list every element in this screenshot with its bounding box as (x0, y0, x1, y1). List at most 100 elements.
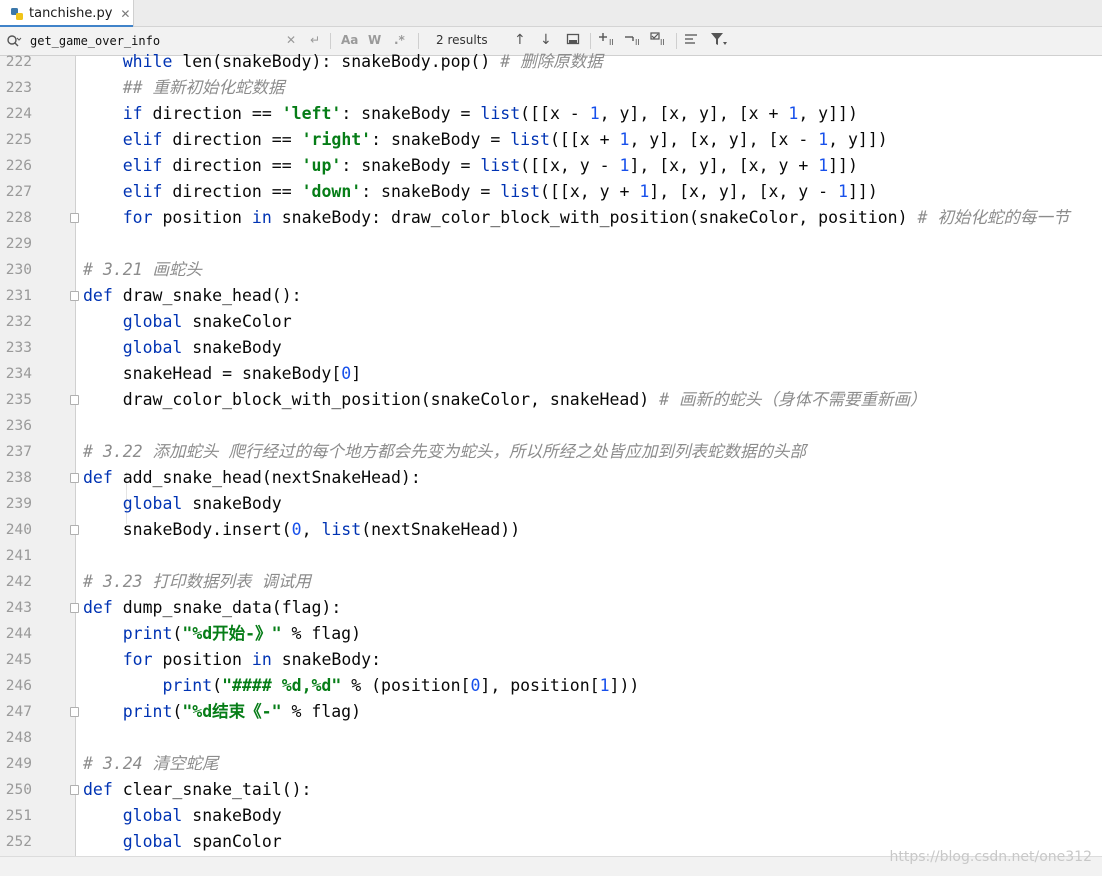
select-all-occurrences-icon[interactable]: II (650, 32, 668, 50)
code-text: ## 重新初始化蛇数据 (83, 75, 285, 101)
next-occurrence-icon[interactable]: ↓ (540, 32, 552, 48)
fold-marker-icon[interactable] (70, 473, 79, 483)
file-tab[interactable]: tanchishe.py ✕ (0, 0, 134, 28)
code-line[interactable]: 237 # 3.22 添加蛇头 爬行经过的每个地方都会先变为蛇头，所以所经之处皆应… (0, 439, 1102, 465)
code-token: draw_color_block_with_position(snakeColo… (83, 390, 660, 409)
code-line[interactable]: 239 global snakeBody (0, 491, 1102, 517)
settings-lines-icon[interactable] (684, 32, 698, 50)
code-line[interactable]: 238 def add_snake_head(nextSnakeHead): (0, 465, 1102, 491)
code-line[interactable]: 227 elif direction == 'down': snakeBody … (0, 179, 1102, 205)
code-line[interactable]: 240 snakeBody.insert(0, list(nextSnakeHe… (0, 517, 1102, 543)
code-line[interactable]: 233 global snakeBody (0, 335, 1102, 361)
fold-marker-icon[interactable] (70, 525, 79, 535)
code-token: , y]]) (828, 130, 888, 149)
regex-button[interactable]: .* (394, 33, 405, 47)
close-tab-icon[interactable]: ✕ (120, 7, 130, 21)
code-line[interactable]: 229 (0, 231, 1102, 257)
code-token: position (152, 650, 252, 669)
line-number: 247 (5, 704, 32, 720)
remove-occurrence-icon[interactable]: II (624, 32, 642, 50)
line-number: 224 (5, 106, 32, 122)
code-token: snakeBody (182, 338, 282, 357)
fold-marker-icon[interactable] (70, 603, 79, 613)
line-number: 223 (5, 80, 32, 96)
line-number: 244 (5, 626, 32, 642)
line-number: 238 (5, 470, 32, 486)
code-line[interactable]: 224 if direction == 'left': snakeBody = … (0, 101, 1102, 127)
code-text: elif direction == 'up': snakeBody = list… (83, 153, 858, 179)
code-text: elif direction == 'down': snakeBody = li… (83, 179, 878, 205)
code-text: global snakeBody (83, 491, 282, 517)
code-line[interactable]: 235 draw_color_block_with_position(snake… (0, 387, 1102, 413)
code-line[interactable]: 251 global snakeBody (0, 803, 1102, 829)
comment-token: # 3.23 打印数据列表 调试用 (83, 572, 311, 591)
match-case-button[interactable]: Aa (341, 33, 358, 47)
comment-token: # 3.21 画蛇头 (83, 260, 203, 279)
line-number: 236 (5, 418, 32, 434)
whole-words-button[interactable]: W (368, 33, 381, 47)
fold-marker-icon[interactable] (70, 395, 79, 405)
code-line[interactable]: 249 # 3.24 清空蛇尾 (0, 751, 1102, 777)
code-line[interactable]: 250 def clear_snake_tail(): (0, 777, 1102, 803)
svg-text:II: II (635, 38, 640, 46)
code-line[interactable]: 234 snakeHead = snakeBody[0] (0, 361, 1102, 387)
code-line[interactable]: 241 (0, 543, 1102, 569)
code-token: snakeBody (182, 494, 282, 513)
code-line[interactable]: 231 def draw_snake_head(): (0, 283, 1102, 309)
code-line[interactable]: 236 (0, 413, 1102, 439)
code-line[interactable]: 222 while len(snakeBody): snakeBody.pop(… (0, 49, 1102, 75)
fold-marker-icon[interactable] (70, 291, 79, 301)
fold-marker-icon[interactable] (70, 785, 79, 795)
code-line[interactable]: 246 print("#### %d,%d" % (position[0], p… (0, 673, 1102, 699)
code-editor[interactable]: 222 while len(snakeBody): snakeBody.pop(… (0, 52, 1102, 856)
code-line[interactable]: 245 for position in snakeBody: (0, 647, 1102, 673)
code-line[interactable]: 228 for position in snakeBody: draw_colo… (0, 205, 1102, 231)
line-number: 245 (5, 652, 32, 668)
code-line[interactable]: 248 (0, 725, 1102, 751)
code-token: snakeBody.insert( (83, 520, 292, 539)
code-token: ([[x, y + (540, 182, 640, 201)
code-text: def add_snake_head(nextSnakeHead): (83, 465, 421, 491)
fold-marker-icon[interactable] (70, 213, 79, 223)
code-line[interactable]: 225 elif direction == 'right': snakeBody… (0, 127, 1102, 153)
search-icon[interactable] (6, 34, 26, 48)
code-token: % flag) (281, 702, 362, 721)
previous-occurrence-icon[interactable]: ↑ (514, 32, 526, 48)
search-input[interactable]: get_game_over_info (30, 34, 160, 48)
find-in-window-icon[interactable] (566, 32, 580, 50)
code-token: ( (212, 676, 223, 695)
code-text: print("%d结束《-" % flag) (83, 699, 361, 725)
code-line[interactable]: 247 print("%d结束《-" % flag) (0, 699, 1102, 725)
code-line[interactable]: 232 global snakeColor (0, 309, 1102, 335)
line-number: 250 (5, 782, 32, 798)
fold-marker-icon[interactable] (70, 707, 79, 717)
code-line[interactable]: 242 # 3.23 打印数据列表 调试用 (0, 569, 1102, 595)
code-line[interactable]: 223 ## 重新初始化蛇数据 (0, 75, 1102, 101)
code-text: # 3.24 清空蛇尾 (83, 751, 219, 777)
code-line[interactable]: 244 print("%d开始-》" % flag) (0, 621, 1102, 647)
clear-search-icon[interactable]: ✕ (286, 33, 296, 47)
add-occurrence-icon[interactable]: II (598, 32, 616, 50)
new-line-icon[interactable]: ↵ (310, 33, 320, 47)
divider (418, 33, 419, 49)
line-number: 251 (5, 808, 32, 824)
code-line[interactable]: 230 # 3.21 画蛇头 (0, 257, 1102, 283)
keyword-token: elif (122, 130, 163, 149)
keyword-token: def (83, 468, 113, 487)
code-line[interactable]: 243 def dump_snake_data(flag): (0, 595, 1102, 621)
code-line[interactable]: 226 elif direction == 'up': snakeBody = … (0, 153, 1102, 179)
comment-token: # 3.22 添加蛇头 爬行经过的每个地方都会先变为蛇头，所以所经之处皆应加到列… (83, 442, 806, 461)
code-text: print("%d开始-》" % flag) (83, 621, 361, 647)
line-number: 240 (5, 522, 32, 538)
filter-icon[interactable] (710, 32, 728, 50)
code-text: for position in snakeBody: (83, 647, 381, 673)
code-token: ], [x, y], [x, y - (649, 182, 839, 201)
number-token: 0 (291, 520, 302, 539)
divider (330, 33, 331, 49)
line-number: 225 (5, 132, 32, 148)
